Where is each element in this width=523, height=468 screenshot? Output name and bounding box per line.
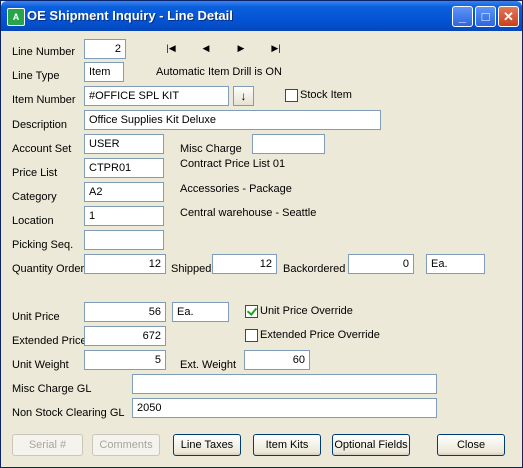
backordered-field[interactable]: 0 <box>348 254 414 274</box>
maximize-icon: □ <box>481 9 490 24</box>
item-number-label: Item Number <box>12 94 76 106</box>
ext-weight-field[interactable]: 60 <box>244 350 310 370</box>
extended-price-override-label: Extended Price Override <box>260 329 380 341</box>
window-title: OE Shipment Inquiry - Line Detail <box>27 8 233 23</box>
last-record-icon[interactable]: ▶| <box>269 42 283 54</box>
first-record-icon[interactable]: |◀ <box>164 42 178 54</box>
close-icon: ✕ <box>503 9 514 24</box>
category-description: Accessories - Package <box>180 183 292 195</box>
extended-price-override-checkbox[interactable] <box>245 329 258 342</box>
category-label: Category <box>12 191 57 203</box>
unit-weight-field[interactable]: 5 <box>84 350 166 370</box>
app-icon: A <box>7 8 25 26</box>
ext-weight-label: Ext. Weight <box>180 359 237 371</box>
item-number-field[interactable]: #OFFICE SPL KIT <box>84 86 229 106</box>
minimize-button[interactable]: _ <box>452 6 473 27</box>
item-kits-button[interactable]: Item Kits <box>253 434 321 456</box>
previous-record-icon[interactable]: ◀ <box>199 42 213 54</box>
non-stock-clearing-gl-field[interactable]: 2050 <box>132 398 437 418</box>
shipped-field[interactable]: 12 <box>212 254 277 274</box>
stock-item-checkbox[interactable] <box>285 89 298 102</box>
description-field[interactable]: Office Supplies Kit Deluxe <box>84 110 381 130</box>
item-finder-button[interactable]: ↓ <box>233 86 254 106</box>
next-record-icon[interactable]: ▶ <box>234 42 248 54</box>
unit-price-override-label: Unit Price Override <box>260 305 353 317</box>
line-taxes-button[interactable]: Line Taxes <box>173 434 241 456</box>
price-list-field[interactable]: CTPR01 <box>84 158 164 178</box>
misc-charge-label: Misc Charge <box>180 143 242 155</box>
close-window-button[interactable]: ✕ <box>498 6 519 27</box>
serial-button[interactable]: Serial # <box>12 434 83 456</box>
account-set-label: Account Set <box>12 143 72 155</box>
extended-price-label: Extended Price <box>12 335 87 347</box>
misc-charge-gl-field[interactable] <box>132 374 437 394</box>
picking-seq-label: Picking Seq. <box>12 239 74 251</box>
account-set-field[interactable]: USER <box>84 134 164 154</box>
unit-weight-label: Unit Weight <box>12 359 69 371</box>
line-detail-window: A OE Shipment Inquiry - Line Detail _ □ … <box>0 0 523 468</box>
price-list-label: Price List <box>12 167 58 179</box>
minimize-icon: _ <box>458 9 467 24</box>
line-number-field[interactable]: 2 <box>84 39 126 59</box>
unit-price-uom-field[interactable]: Ea. <box>172 302 229 322</box>
title-bar[interactable]: A OE Shipment Inquiry - Line Detail _ □ … <box>1 1 522 31</box>
extended-price-field[interactable]: 672 <box>84 326 166 346</box>
drill-status-text: Automatic Item Drill is ON <box>156 66 282 78</box>
quantity-order-label: Quantity Order <box>12 263 85 275</box>
price-list-description: Contract Price List 01 <box>180 158 286 170</box>
quantity-order-field[interactable]: 12 <box>84 254 166 274</box>
maximize-button[interactable]: □ <box>475 6 496 27</box>
picking-seq-field[interactable] <box>84 230 164 250</box>
arrow-down-icon: ↓ <box>240 89 247 103</box>
misc-charge-gl-label: Misc Charge GL <box>12 383 92 395</box>
line-type-field[interactable]: Item <box>84 62 124 82</box>
uom-field[interactable]: Ea. <box>426 254 485 274</box>
backordered-label: Backordered <box>283 263 346 275</box>
shipped-label: Shipped <box>171 263 212 275</box>
unit-price-override-checkbox[interactable] <box>245 305 258 318</box>
comments-button[interactable]: Comments <box>92 434 160 456</box>
unit-price-field[interactable]: 56 <box>84 302 166 322</box>
misc-charge-field[interactable] <box>252 134 325 154</box>
close-button[interactable]: Close <box>437 434 505 456</box>
non-stock-clearing-gl-label: Non Stock Clearing GL <box>12 407 125 419</box>
line-number-label: Line Number <box>12 46 75 58</box>
location-label: Location <box>12 215 54 227</box>
unit-price-label: Unit Price <box>12 311 60 323</box>
description-label: Description <box>12 119 68 131</box>
optional-fields-button[interactable]: Optional Fields <box>332 434 410 456</box>
category-field[interactable]: A2 <box>84 182 164 202</box>
line-type-label: Line Type <box>12 70 60 82</box>
stock-item-label: Stock Item <box>300 89 352 101</box>
location-description: Central warehouse - Seattle <box>180 207 317 219</box>
location-field[interactable]: 1 <box>84 206 164 226</box>
form-content: Line Number 2 |◀ ◀ ▶ ▶| Line Type Item A… <box>4 31 519 464</box>
